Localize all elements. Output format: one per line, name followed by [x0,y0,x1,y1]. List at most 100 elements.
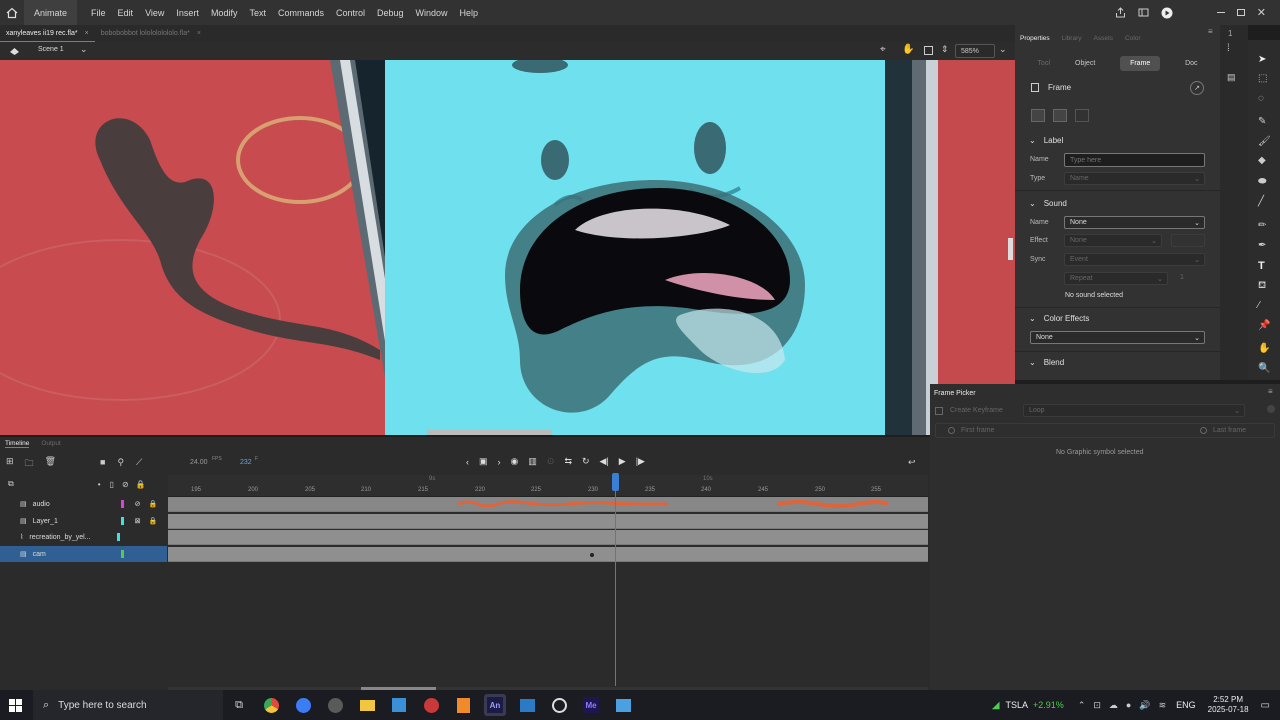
menu-view[interactable]: View [139,8,170,18]
doc-tab[interactable]: bobobobbot lololololololo.fla* × [95,25,207,42]
store-icon[interactable] [388,694,410,716]
selection-tool-icon[interactable]: ➤ [1258,54,1266,65]
microphone-icon[interactable]: ● [1126,700,1131,710]
panel-menu-icon[interactable]: ≡ [1268,387,1273,396]
pin-icon[interactable]: 📌 [1258,320,1270,331]
wifi-icon[interactable]: ≋ [1159,700,1167,711]
playhead[interactable] [612,473,619,491]
keyframe-icon[interactable] [1031,109,1045,122]
ticker-symbol[interactable]: TSLA [1006,700,1029,710]
hand-icon[interactable]: ✋ [1258,343,1270,354]
network-icon[interactable]: ⊡ [1093,700,1101,711]
tab-properties[interactable]: Properties [1020,35,1050,42]
menu-text[interactable]: Text [243,8,272,18]
notifications-icon[interactable]: ▭ [1261,700,1270,711]
camera-icon[interactable]: ■ [100,457,105,468]
visibility-icon[interactable]: ⊘ [122,480,129,489]
share-icon[interactable] [1115,7,1126,18]
tab-output[interactable]: Output [41,440,61,448]
app-tab[interactable]: Animate [24,0,78,25]
track-layer1[interactable] [168,514,928,529]
pencil-icon[interactable]: ✏ [1258,220,1266,231]
frame-name-input[interactable] [1064,153,1205,167]
lock-icon[interactable]: 🔒 [136,480,146,489]
messenger-icon[interactable] [292,694,314,716]
layer-color-swatch[interactable] [120,550,124,558]
zoom-dropdown-icon[interactable]: ⌄ [999,44,1007,55]
lock-icon[interactable]: 🔒 [149,500,158,508]
photos-icon[interactable] [612,694,634,716]
chrome-icon[interactable] [260,694,282,716]
layer-row-recreation[interactable]: ⌇ recreation_by_yel... [0,529,167,545]
stage-scrollbar-h[interactable] [427,430,552,435]
current-frame[interactable]: 232 [240,459,252,466]
track-recreation[interactable] [168,530,928,545]
subtab-frame[interactable]: Frame [1120,55,1161,71]
effect-select[interactable]: None ⌄ [1064,234,1162,247]
language-indicator[interactable]: ENG [1176,700,1196,710]
menu-edit[interactable]: Edit [112,8,140,18]
link-icon[interactable] [1075,109,1089,122]
paint-brush-icon[interactable]: 🖌 [1258,136,1271,147]
scene-label[interactable]: Scene 1 [38,46,64,53]
file-explorer-icon[interactable] [356,694,378,716]
clapper-icon[interactable]: ▤ [1227,72,1236,83]
video-editor-icon[interactable] [516,694,538,716]
menu-modify[interactable]: Modify [205,8,244,18]
home-icon[interactable] [0,0,24,25]
tab-assets[interactable]: Assets [1094,35,1114,42]
media-encoder-icon[interactable]: Me [580,694,602,716]
eraser-icon[interactable]: ◆ [1258,155,1266,166]
task-view-icon[interactable]: ⧉ [228,694,250,716]
animate-icon[interactable]: An [484,694,506,716]
zoom-field[interactable]: 585% [955,44,995,58]
clip-icon[interactable] [924,46,933,55]
restore-icon[interactable] [1236,9,1245,16]
frame-ruler[interactable]: 9s 10s 195 200 205 210 215 220 225 230 2… [168,475,928,497]
tab-timeline[interactable]: Timeline [5,440,30,448]
next-keyframe-icon[interactable]: › [498,457,501,467]
menu-window[interactable]: Window [410,8,454,18]
layer-row-cam[interactable]: ▤ cam [0,546,167,562]
text-icon[interactable]: T [1258,260,1265,272]
play-icon[interactable]: ▶ [619,456,626,467]
sync-select[interactable]: Event ⌄ [1064,253,1205,266]
new-folder-icon[interactable]: 🗀 [25,456,34,472]
lasso-icon[interactable]: ◌ [1258,93,1264,104]
step-forward-icon[interactable]: |▶ [636,456,645,467]
windows-start-icon[interactable] [4,694,26,716]
test-movie-icon[interactable] [1161,7,1173,19]
fps-value[interactable]: 24.00 [190,459,208,466]
onion-outline-icon[interactable]: ⊙ [547,456,555,467]
rotate-icon[interactable]: ⇕ [941,44,949,55]
track-audio[interactable] [168,497,928,512]
track-cam[interactable] [168,547,928,562]
menu-help[interactable]: Help [454,8,485,18]
menu-debug[interactable]: Debug [371,8,410,18]
close-tab-icon[interactable]: × [85,30,89,37]
step-back-icon[interactable]: ◀| [600,456,609,467]
help-icon[interactable]: ↗ [1190,81,1204,95]
subtab-doc[interactable]: Doc [1185,60,1197,67]
sound-name-select[interactable]: None ⌄ [1064,216,1205,229]
keyframe-dot[interactable] [590,553,594,557]
loop-select[interactable]: Loop ⌄ [1023,404,1245,417]
close-icon[interactable]: ✕ [1257,6,1266,19]
loop-toggle-icon[interactable] [1267,405,1275,413]
onion-skin-icon[interactable]: ◉ [511,456,519,467]
media-player-icon[interactable] [548,694,570,716]
outline-icon[interactable]: ⊠ [135,517,141,525]
repeat-select[interactable]: Repeat ⌄ [1064,272,1168,285]
obs-icon[interactable] [324,694,346,716]
lock-icon[interactable]: 🔒 [149,517,158,525]
camera-icon[interactable]: ✋ [902,44,914,55]
edit-sound-button[interactable] [1171,234,1205,247]
parent-icon[interactable]: ⚲ [117,457,124,468]
paint-bucket-icon[interactable]: ⛾ [1258,280,1266,293]
menu-control[interactable]: Control [330,8,371,18]
chevron-down-icon[interactable]: ⌄ [80,44,88,55]
brush-icon[interactable]: ✎ [1258,116,1266,127]
center-stage-icon[interactable]: ⌖ [880,44,886,55]
stage-scrollbar-v[interactable] [1008,238,1013,260]
line-icon[interactable]: ╱ [1258,196,1264,207]
